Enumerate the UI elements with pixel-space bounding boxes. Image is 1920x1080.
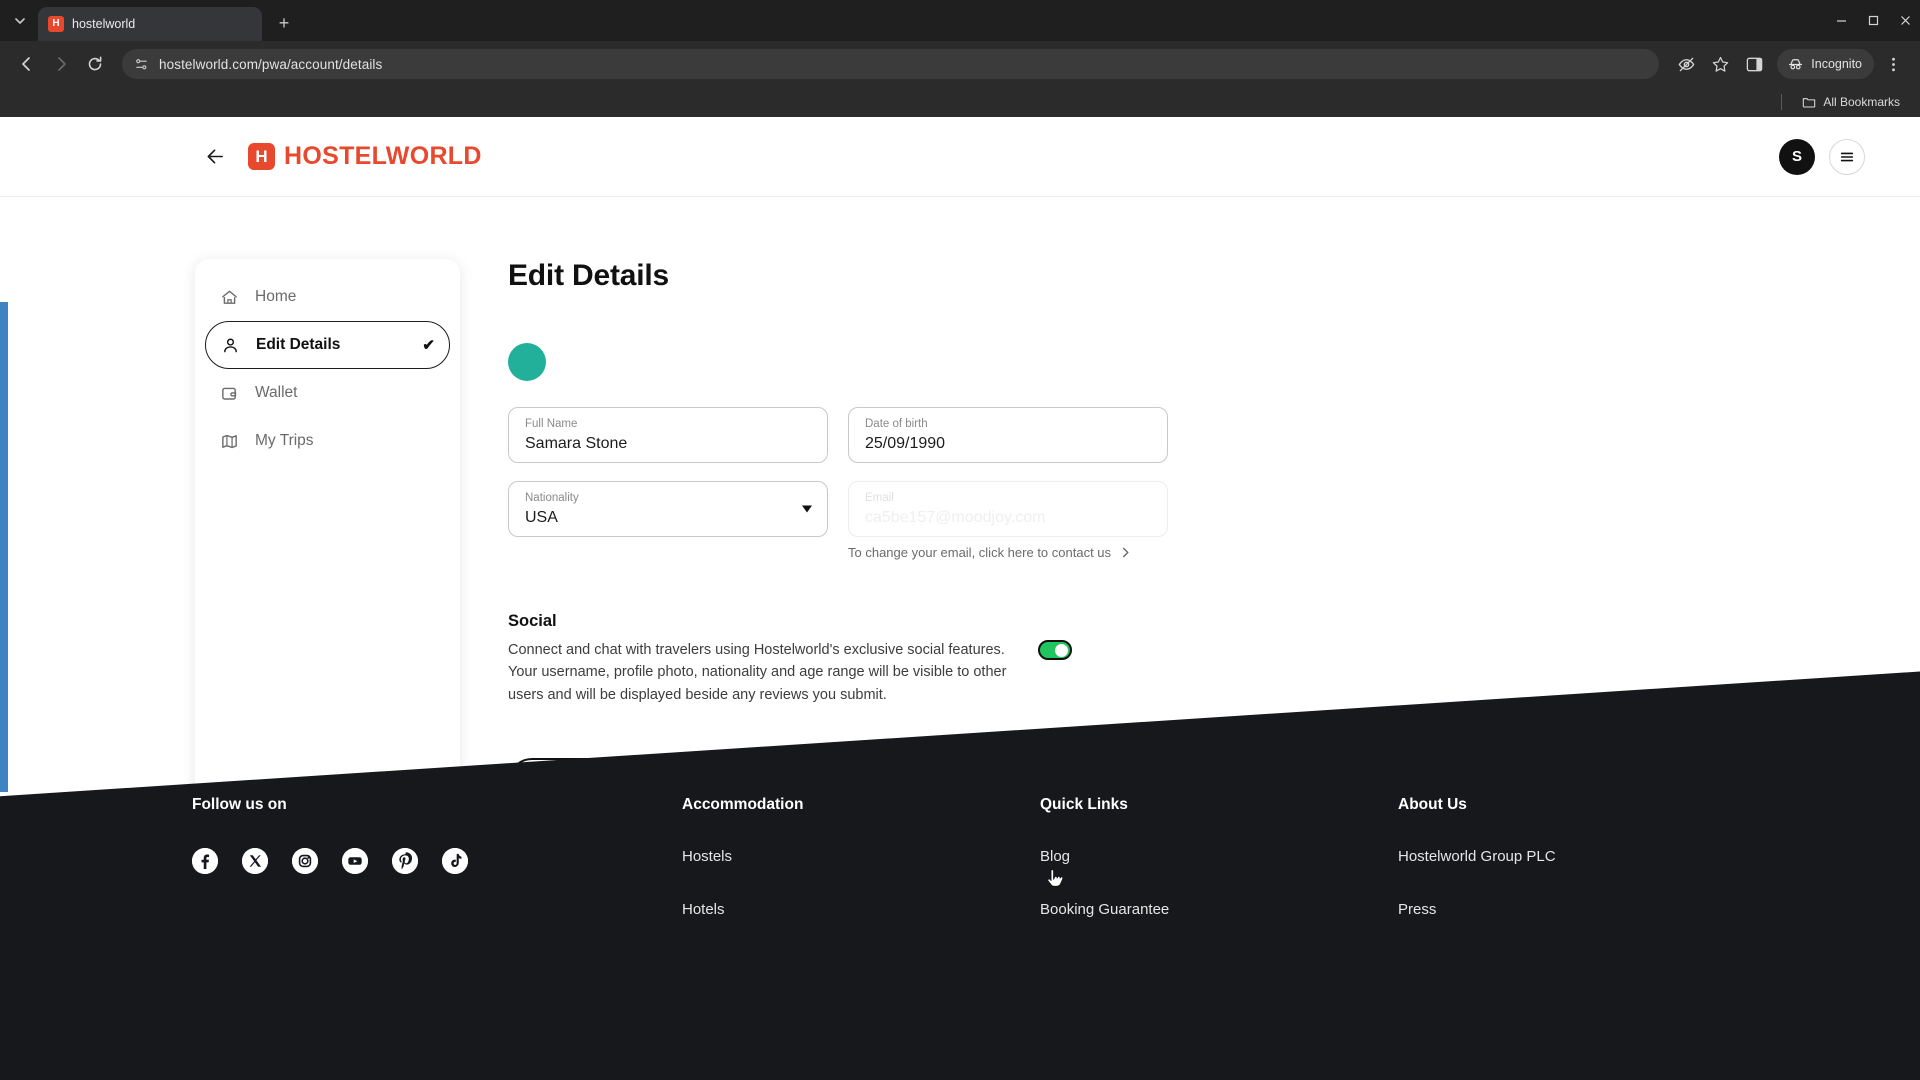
browser-toolbar: hostelworld.com/pwa/account/details Inco… [0,41,1920,87]
footer-link[interactable]: Booking Guarantee [1040,901,1398,918]
close-window-button[interactable] [1890,5,1920,35]
page-title: Edit Details [508,259,669,292]
hamburger-menu-icon[interactable] [1829,138,1865,175]
maximize-window-button[interactable] [1858,5,1888,35]
address-bar[interactable]: hostelworld.com/pwa/account/details [122,49,1660,79]
details-form: Full Name Samara Stone Date of birth 25/… [508,407,1168,560]
star-icon[interactable] [1705,49,1735,79]
logo-mark-icon: H [248,143,275,170]
sidebar-item-label: My Trips [255,432,314,449]
three-dot-menu-icon[interactable] [1878,49,1908,79]
divider [1781,94,1783,110]
site-header: H HOSTELWORLD S [0,117,1920,197]
x-twitter-icon[interactable] [242,848,268,874]
back-arrow-icon[interactable] [200,142,230,172]
instagram-icon[interactable] [292,848,318,874]
avatar[interactable]: S [1779,138,1815,175]
reload-icon[interactable] [80,49,110,79]
browser-window: H hostelworld + hostelworld.com/pwa/acco… [0,0,1920,1080]
nationality-value: USA [525,509,558,527]
home-icon [219,287,239,307]
sidebar-item-label: Home [255,288,297,305]
browser-tab[interactable]: H hostelworld [38,7,262,41]
full-name-field[interactable]: Full Name Samara Stone [508,407,828,463]
sidebar-item-label: Edit Details [256,336,341,353]
pinterest-icon[interactable] [392,848,418,874]
email-field: Email ca5be157@moodjoy.com [848,481,1168,537]
chevron-right-icon [1119,546,1132,559]
nationality-select[interactable]: Nationality USA [508,481,828,537]
footer-link[interactable]: Hotels [682,901,1040,918]
full-name-label: Full Name [525,418,578,430]
change-email-link[interactable]: To change your email, click here to cont… [848,545,1168,560]
close-icon[interactable] [234,15,252,33]
folder-icon [1802,95,1816,109]
page-info-icon[interactable] [134,57,149,72]
incognito-label: Incognito [1811,57,1862,71]
site-footer: Follow us on Accommodation Hostels Hotel… [0,650,1920,1080]
hostelworld-favicon: H [48,16,64,32]
facebook-icon[interactable] [192,848,218,874]
wallet-icon [219,383,239,403]
date-of-birth-field[interactable]: Date of birth 25/09/1990 [848,407,1168,463]
incognito-icon [1787,56,1804,73]
date-of-birth-value: 25/09/1990 [865,435,946,453]
bookmarks-bar: All Bookmarks [0,87,1920,117]
footer-link[interactable]: Press [1398,901,1756,918]
side-panel-icon[interactable] [1739,49,1769,79]
page-viewport: H HOSTELWORLD S Home Edit Details ✔ Wall… [0,117,1920,1080]
hostelworld-logo[interactable]: H HOSTELWORLD [248,142,482,171]
tab-strip: H hostelworld + [0,0,1920,41]
sidebar-item-wallet[interactable]: Wallet [205,369,450,417]
email-value: ca5be157@moodjoy.com [865,509,1046,527]
tiktok-icon[interactable] [442,848,468,874]
chevron-down-icon[interactable] [802,505,812,513]
map-icon [219,431,239,451]
date-of-birth-label: Date of birth [865,418,928,430]
sidebar-item-label: Wallet [255,384,298,401]
all-bookmarks-button[interactable]: All Bookmarks [1796,92,1906,112]
footer-social-heading: Follow us on [192,796,287,813]
sidebar-item-home[interactable]: Home [205,273,450,321]
footer-quick-links-column: Quick Links Blog Booking Guarantee [1040,796,1398,1080]
check-icon: ✔ [422,337,435,354]
full-name-value: Samara Stone [525,435,628,453]
back-icon[interactable] [12,49,42,79]
footer-social-column: Follow us on [192,796,682,1080]
footer-link[interactable]: Hostels [682,848,1040,865]
footer-column-heading: Quick Links [1040,796,1128,813]
sidebar-item-edit-details[interactable]: Edit Details ✔ [205,321,450,369]
sidebar-item-my-trips[interactable]: My Trips [205,417,450,465]
footer-accommodation-column: Accommodation Hostels Hotels [682,796,1040,1080]
forward-icon[interactable] [46,49,76,79]
profile-avatar-placeholder[interactable] [508,343,546,381]
footer-link[interactable]: Hostelworld Group PLC [1398,848,1756,865]
footer-column-heading: Accommodation [682,796,804,813]
search-tabs-icon[interactable] [6,7,34,35]
footer-about-us-column: About Us Hostelworld Group PLC Press [1398,796,1756,1080]
social-heading: Social [508,612,557,630]
minimize-window-button[interactable] [1826,5,1856,35]
url-text: hostelworld.com/pwa/account/details [159,56,383,72]
email-label: Email [865,492,894,504]
footer-column-heading: About Us [1398,796,1467,813]
tab-title: hostelworld [72,17,136,31]
new-tab-button[interactable]: + [270,9,298,37]
person-icon [220,335,240,355]
logo-wordmark: HOSTELWORLD [284,142,482,170]
eye-crossed-icon[interactable] [1671,49,1701,79]
youtube-icon[interactable] [342,848,368,874]
footer-link[interactable]: Blog [1040,848,1398,865]
all-bookmarks-label: All Bookmarks [1823,95,1900,109]
incognito-indicator[interactable]: Incognito [1777,49,1874,79]
change-email-text: To change your email, click here to cont… [848,545,1112,560]
nationality-label: Nationality [525,492,579,504]
